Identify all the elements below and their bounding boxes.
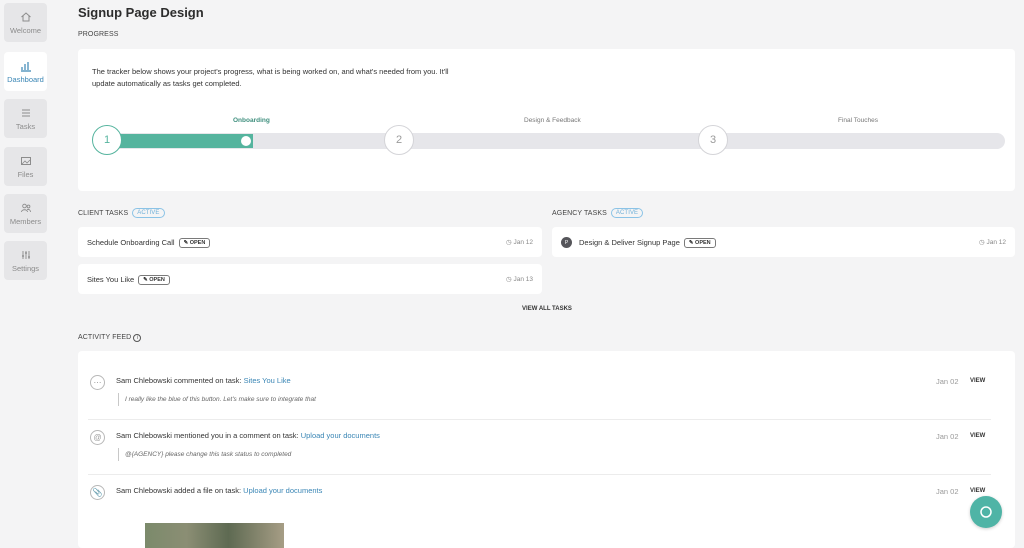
activity-feed-card: ⋯ Sam Chlebowski commented on task: Site… — [78, 351, 1015, 548]
task-card-design-deliver[interactable]: P Design & Deliver Signup Page ✎ OPEN ◷ J… — [552, 227, 1015, 257]
step-3-label: Final Touches — [838, 117, 878, 124]
step-1-label: Onboarding — [233, 117, 270, 124]
activity-date: Jan 02 — [936, 432, 959, 441]
feed-divider — [88, 419, 991, 420]
step-1-circle: 1 — [92, 125, 122, 155]
client-tasks-title: CLIENT TASKS — [78, 210, 129, 217]
task-card-sites-you-like[interactable]: Sites You Like ✎ OPEN ◷ Jan 13 — [78, 264, 542, 294]
attached-image-thumbnail[interactable] — [145, 523, 284, 548]
activity-date: Jan 02 — [936, 377, 959, 386]
task-due-date: ◷ Jan 12 — [978, 239, 1006, 246]
nav-files-label: Files — [17, 169, 34, 179]
progress-handle — [239, 134, 253, 148]
bar-chart-icon — [20, 61, 31, 72]
progress-card: The tracker below shows your project's p… — [78, 49, 1015, 191]
view-button[interactable]: VIEW — [970, 378, 985, 384]
task-due-date: ◷ Jan 12 — [505, 239, 533, 246]
client-tasks-badge: ACTIVE — [132, 208, 165, 218]
nav-files[interactable]: Files — [4, 147, 47, 186]
nav-members-label: Members — [9, 216, 42, 226]
comment-icon: ⋯ — [90, 375, 105, 390]
view-all-tasks-link[interactable]: VIEW ALL TASKS — [70, 306, 1024, 312]
open-status-button[interactable]: ✎ OPEN — [138, 275, 170, 285]
nav-dashboard-label: Dashboard — [7, 74, 44, 84]
view-button[interactable]: VIEW — [970, 433, 985, 439]
task-card-schedule-onboarding[interactable]: Schedule Onboarding Call ✎ OPEN ◷ Jan 12 — [78, 227, 542, 257]
task-due-date: ◷ Jan 13 — [505, 276, 533, 283]
task-title-line: Sites You Like ✎ OPEN — [87, 275, 170, 285]
open-status-button[interactable]: ✎ OPEN — [683, 238, 716, 248]
nav-welcome-label: Welcome — [9, 25, 42, 35]
nav-members[interactable]: Members — [4, 194, 47, 233]
activity-text: Sam Chlebowski commented on task: Sites … — [116, 376, 291, 385]
task-link[interactable]: Upload your documents — [301, 431, 380, 440]
progress-section-label: PROGRESS — [78, 31, 119, 38]
nav-tasks[interactable]: Tasks — [4, 99, 47, 138]
home-icon — [20, 11, 31, 21]
agency-tasks-label: AGENCY TASKS ACTIVE — [552, 208, 644, 218]
chat-icon — [980, 506, 992, 518]
image-icon — [20, 156, 31, 165]
activity-feed-label: ACTIVITY FEED i — [78, 334, 142, 342]
users-icon — [20, 203, 31, 212]
progress-fill — [108, 134, 253, 148]
task-title: Design & Deliver Signup Page — [579, 238, 680, 247]
nav-tasks-label: Tasks — [15, 121, 36, 131]
task-link[interactable]: Upload your documents — [243, 486, 322, 495]
info-icon[interactable]: i — [133, 334, 142, 342]
step-2-circle: 2 — [384, 125, 414, 155]
sidebar: Welcome Dashboard Tasks Files Members Se… — [0, 0, 52, 548]
main-content: Signup Page Design PROGRESS The tracker … — [70, 0, 1024, 548]
avatar: P — [561, 237, 572, 248]
at-icon: @ — [90, 430, 105, 445]
view-button[interactable]: VIEW — [970, 488, 985, 494]
list-icon — [21, 109, 30, 116]
task-title: Schedule Onboarding Call — [87, 238, 175, 247]
page-title: Signup Page Design — [78, 5, 204, 20]
task-title: Sites You Like — [87, 275, 135, 284]
step-3-circle: 3 — [698, 125, 728, 155]
task-title-line: Schedule Onboarding Call ✎ OPEN — [87, 238, 211, 248]
progress-description: The tracker below shows your project's p… — [92, 67, 449, 88]
activity-quote: @{AGENCY} please change this task status… — [118, 448, 291, 461]
nav-dashboard[interactable]: Dashboard — [4, 52, 47, 91]
sliders-icon — [21, 250, 30, 259]
activity-quote: I really like the blue of this button. L… — [118, 393, 316, 406]
agency-tasks-title: AGENCY TASKS — [552, 210, 607, 217]
task-link[interactable]: Sites You Like — [244, 376, 291, 385]
client-tasks-label: CLIENT TASKS ACTIVE — [78, 208, 165, 218]
paperclip-icon: 📎 — [90, 485, 105, 500]
task-title-line: Design & Deliver Signup Page ✎ OPEN — [579, 238, 716, 248]
chat-support-button[interactable] — [970, 496, 1002, 528]
open-status-button[interactable]: ✎ OPEN — [178, 238, 211, 248]
activity-text: Sam Chlebowski mentioned you in a commen… — [116, 431, 380, 440]
agency-tasks-badge: ACTIVE — [610, 208, 644, 218]
activity-text: Sam Chlebowski added a file on task: Upl… — [116, 486, 323, 495]
nav-settings[interactable]: Settings — [4, 241, 47, 280]
nav-settings-label: Settings — [11, 263, 40, 273]
nav-welcome[interactable]: Welcome — [4, 3, 47, 42]
feed-divider — [88, 474, 991, 475]
step-2-label: Design & Feedback — [524, 117, 581, 124]
activity-date: Jan 02 — [936, 487, 959, 496]
